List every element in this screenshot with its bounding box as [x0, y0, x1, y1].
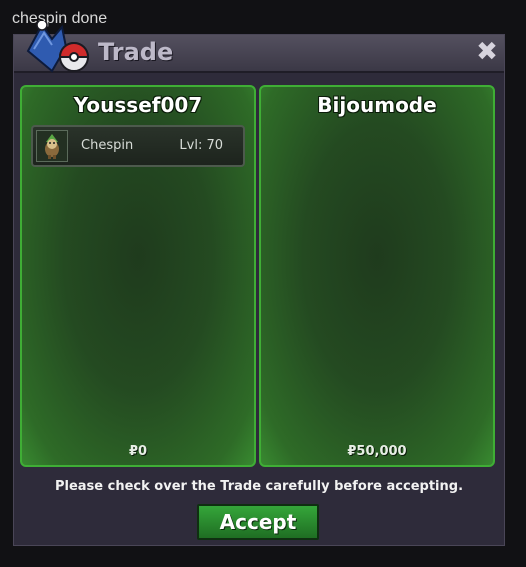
- my-money-offer: ₽0: [128, 444, 148, 459]
- my-offer-panel: Youssef007 Chespin Lvl: 70 ₽0: [20, 85, 256, 467]
- partner-money-offer: ₽50,000: [347, 444, 407, 459]
- trade-window: Trade ✖ Youssef007 Chespin Lvl: 70 ₽0 Bi…: [13, 21, 505, 546]
- chespin-sprite-icon: [36, 130, 68, 162]
- window-title: Trade: [98, 38, 174, 66]
- trade-item-slot[interactable]: Chespin Lvl: 70: [31, 125, 245, 167]
- pokeball-logo-icon: [26, 21, 90, 73]
- close-button[interactable]: ✖: [474, 37, 500, 67]
- accept-button[interactable]: Accept: [197, 504, 319, 540]
- partner-player-name: Bijoumode: [317, 93, 437, 117]
- trade-notice: Please check over the Trade carefully be…: [54, 479, 464, 494]
- partner-offer-panel: Bijoumode ₽50,000: [259, 85, 495, 467]
- item-name: Chespin: [81, 138, 134, 153]
- item-level: Lvl: 70: [179, 138, 223, 153]
- my-player-name: Youssef007: [73, 93, 203, 117]
